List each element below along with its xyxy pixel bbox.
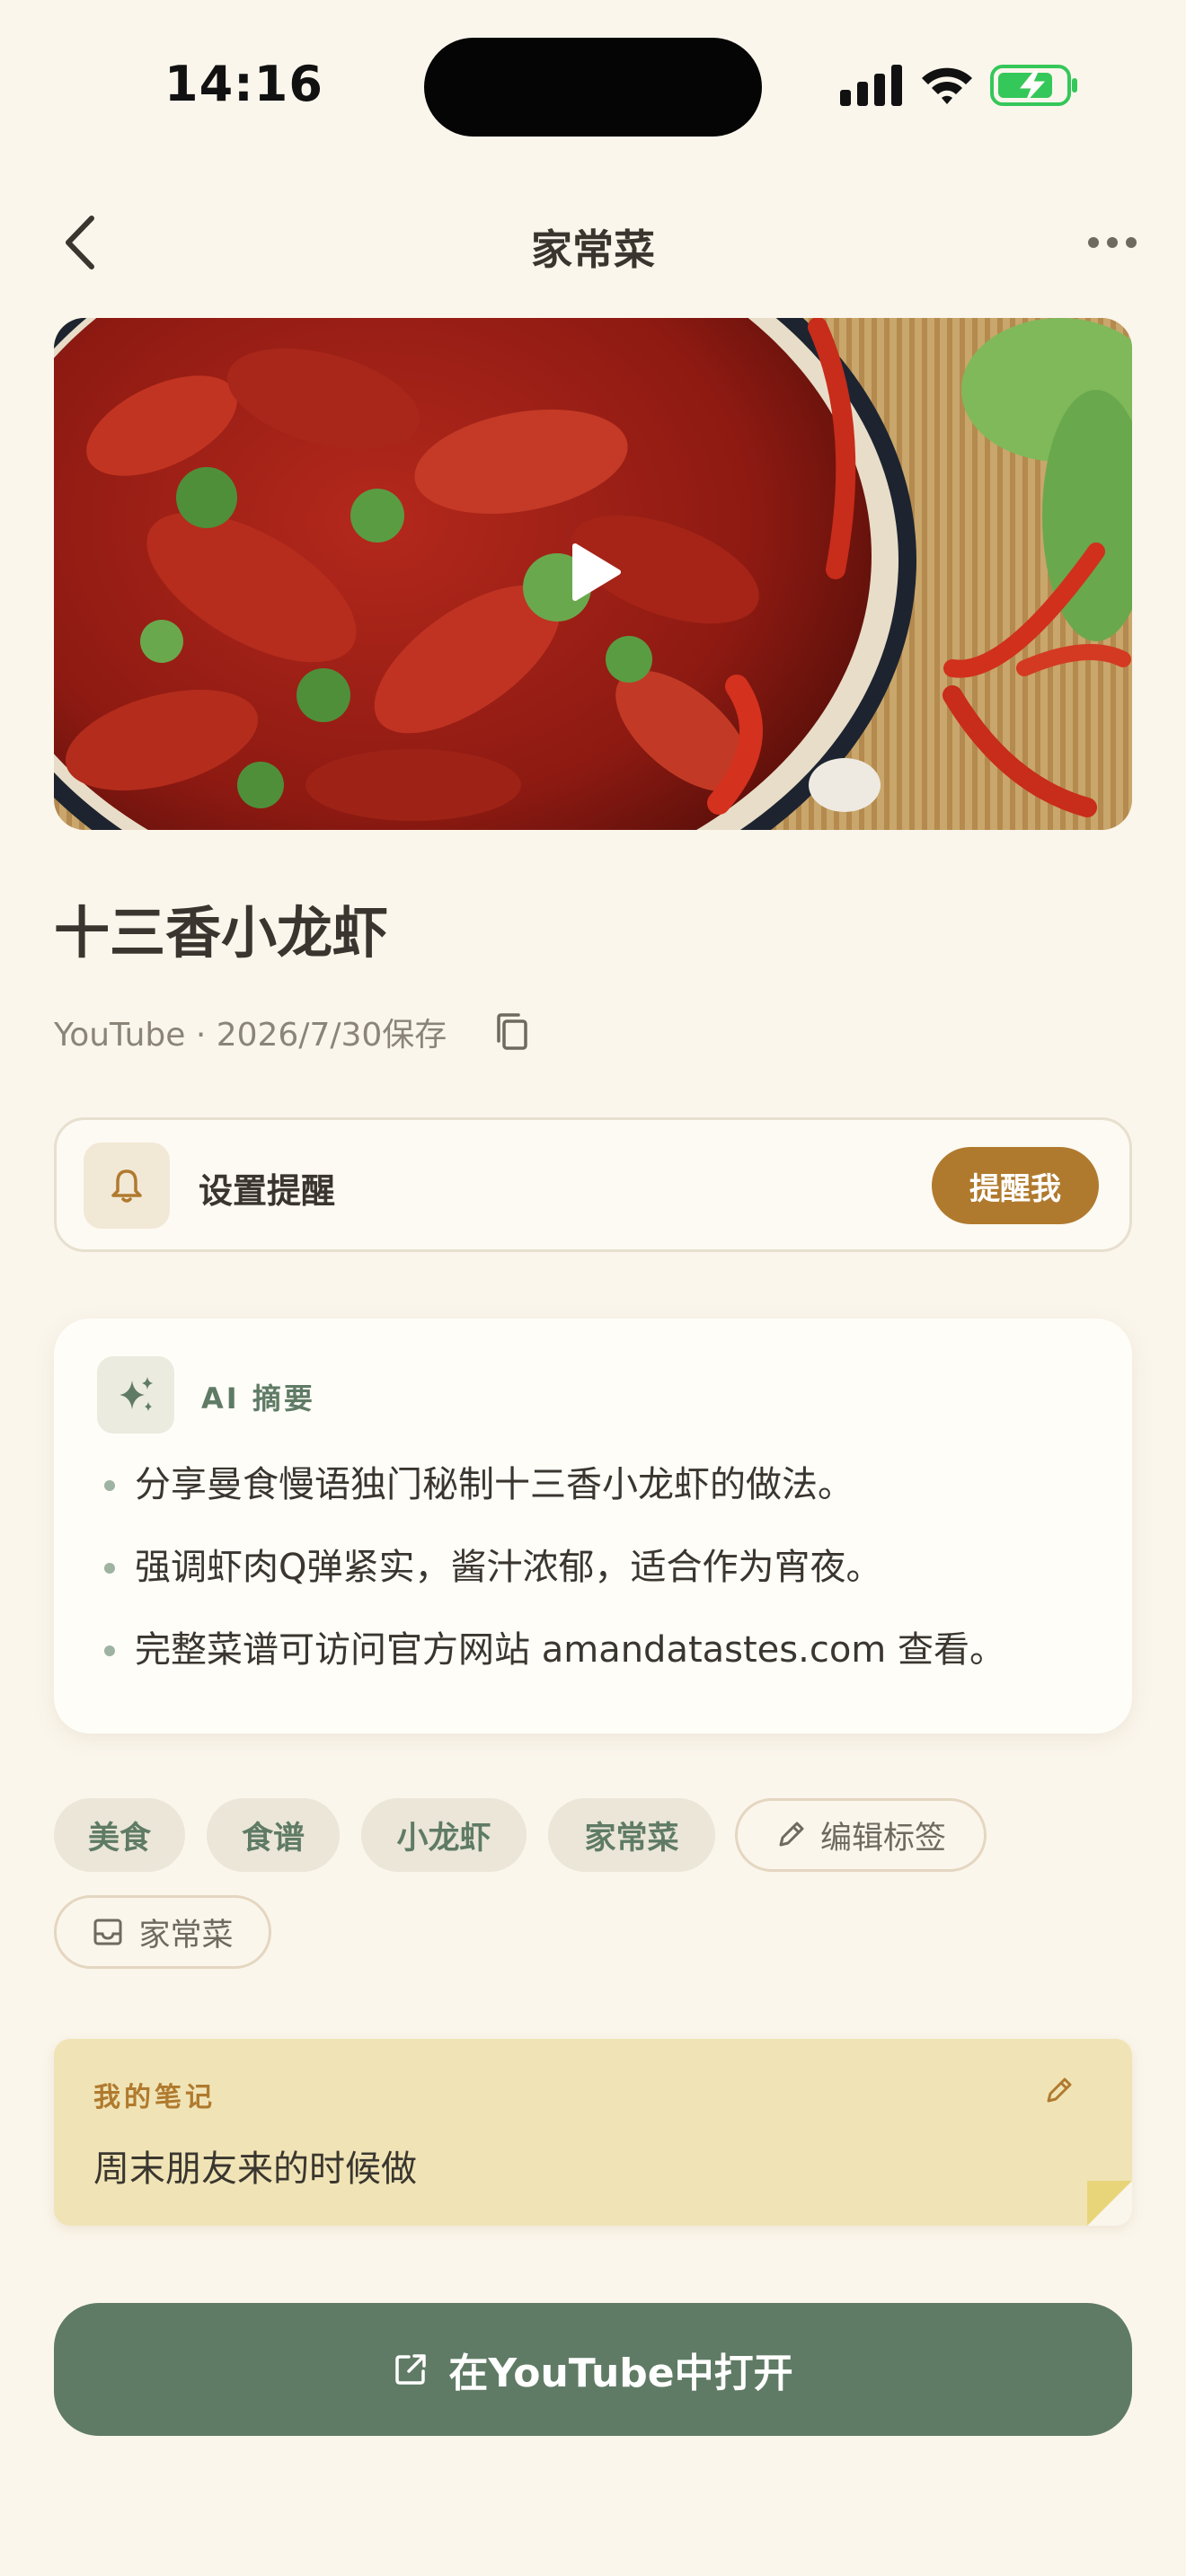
pencil-icon — [779, 1822, 804, 1847]
collection-chip[interactable]: 家常菜 — [54, 1895, 271, 1969]
nav-bar: 家常菜 — [0, 198, 1186, 287]
wifi-icon — [922, 67, 972, 104]
reminder-card: 设置提醒 提醒我 — [54, 1117, 1132, 1252]
notes-label: 我的笔记 — [93, 2082, 216, 2113]
open-button-label: 在YouTube中打开 — [448, 2351, 793, 2396]
ai-summary-item: 强调虾肉Q弹紧实，酱汁浓郁，适合作为宵夜。 — [92, 1545, 1107, 1628]
recipe-meta-row: YouTube · 2026/7/30保存 — [54, 1010, 533, 1054]
ai-summary-item-text: 强调虾肉Q弹紧实，酱汁浓郁，适合作为宵夜。 — [135, 1547, 882, 1588]
video-thumbnail[interactable] — [54, 318, 1132, 830]
copy-button[interactable] — [490, 1010, 533, 1054]
open-in-youtube-button[interactable]: 在YouTube中打开 — [54, 2303, 1132, 2436]
remind-me-button[interactable]: 提醒我 — [932, 1147, 1099, 1224]
copy-icon — [497, 1013, 528, 1050]
dynamic-island — [424, 38, 762, 137]
sparkles-icon — [119, 1377, 153, 1411]
more-options-button[interactable] — [1076, 210, 1148, 275]
recipe-detail-screen: 14:16 家常菜 十三香小龙虾 YouTube · 2026/7/30保存 设… — [0, 0, 1186, 2576]
status-time: 14:16 — [164, 56, 323, 112]
tag-chip[interactable]: 家常菜 — [548, 1798, 715, 1872]
ai-summary-card: AI 摘要 分享曼食慢语独门秘制十三香小龙虾的做法。 强调虾肉Q弹紧实，酱汁浓郁… — [54, 1319, 1132, 1734]
notes-card: 我的笔记 周末朋友来的时候做 — [54, 2039, 1132, 2226]
edit-tags-label: 编辑标签 — [819, 1820, 946, 1857]
play-icon — [572, 543, 621, 601]
ai-summary-list: 分享曼食慢语独门秘制十三香小龙虾的做法。 强调虾肉Q弹紧实，酱汁浓郁，适合作为宵… — [92, 1462, 1107, 1710]
ai-icon-box — [97, 1356, 174, 1434]
tag-chip[interactable]: 美食 — [54, 1798, 185, 1872]
edit-tags-button[interactable]: 编辑标签 — [735, 1798, 987, 1872]
external-link-icon — [395, 2354, 427, 2385]
collection-label: 家常菜 — [138, 1917, 234, 1954]
edit-notes-button[interactable] — [1033, 2066, 1084, 2116]
pencil-icon — [1047, 2078, 1072, 2103]
tag-chip[interactable]: 小龙虾 — [361, 1798, 527, 1872]
reminder-label: 设置提醒 — [199, 1171, 336, 1211]
notes-text: 周末朋友来的时候做 — [93, 2148, 417, 2190]
inbox-icon — [93, 1919, 122, 1945]
ai-summary-item: 完整菜谱可访问官方网站 amandatastes.com 查看。 — [92, 1628, 1107, 1710]
bullet-dot — [104, 1645, 115, 1656]
tag-chip[interactable]: 食谱 — [207, 1798, 340, 1872]
cellular-signal-icon — [840, 65, 902, 106]
battery-charging-icon — [990, 65, 1077, 106]
ai-summary-item-text: 完整菜谱可访问官方网站 amandatastes.com 查看。 — [135, 1629, 1005, 1671]
ai-summary-title: AI 摘要 — [201, 1381, 315, 1416]
more-horizontal-icon — [1088, 237, 1137, 248]
bell-icon-box — [84, 1142, 170, 1229]
status-bar: 14:16 — [0, 0, 1186, 171]
page-fold-corner — [1087, 2181, 1132, 2226]
recipe-title: 十三香小龙虾 — [54, 900, 389, 966]
bullet-dot — [104, 1480, 115, 1491]
source-and-date: YouTube · 2026/7/30保存 — [54, 1017, 447, 1054]
ai-summary-item: 分享曼食慢语独门秘制十三香小龙虾的做法。 — [92, 1462, 1107, 1545]
bell-icon — [111, 1169, 142, 1203]
ai-summary-item-text: 分享曼食慢语独门秘制十三香小龙虾的做法。 — [135, 1464, 854, 1505]
page-title: 家常菜 — [531, 225, 655, 274]
bullet-dot — [104, 1563, 115, 1574]
